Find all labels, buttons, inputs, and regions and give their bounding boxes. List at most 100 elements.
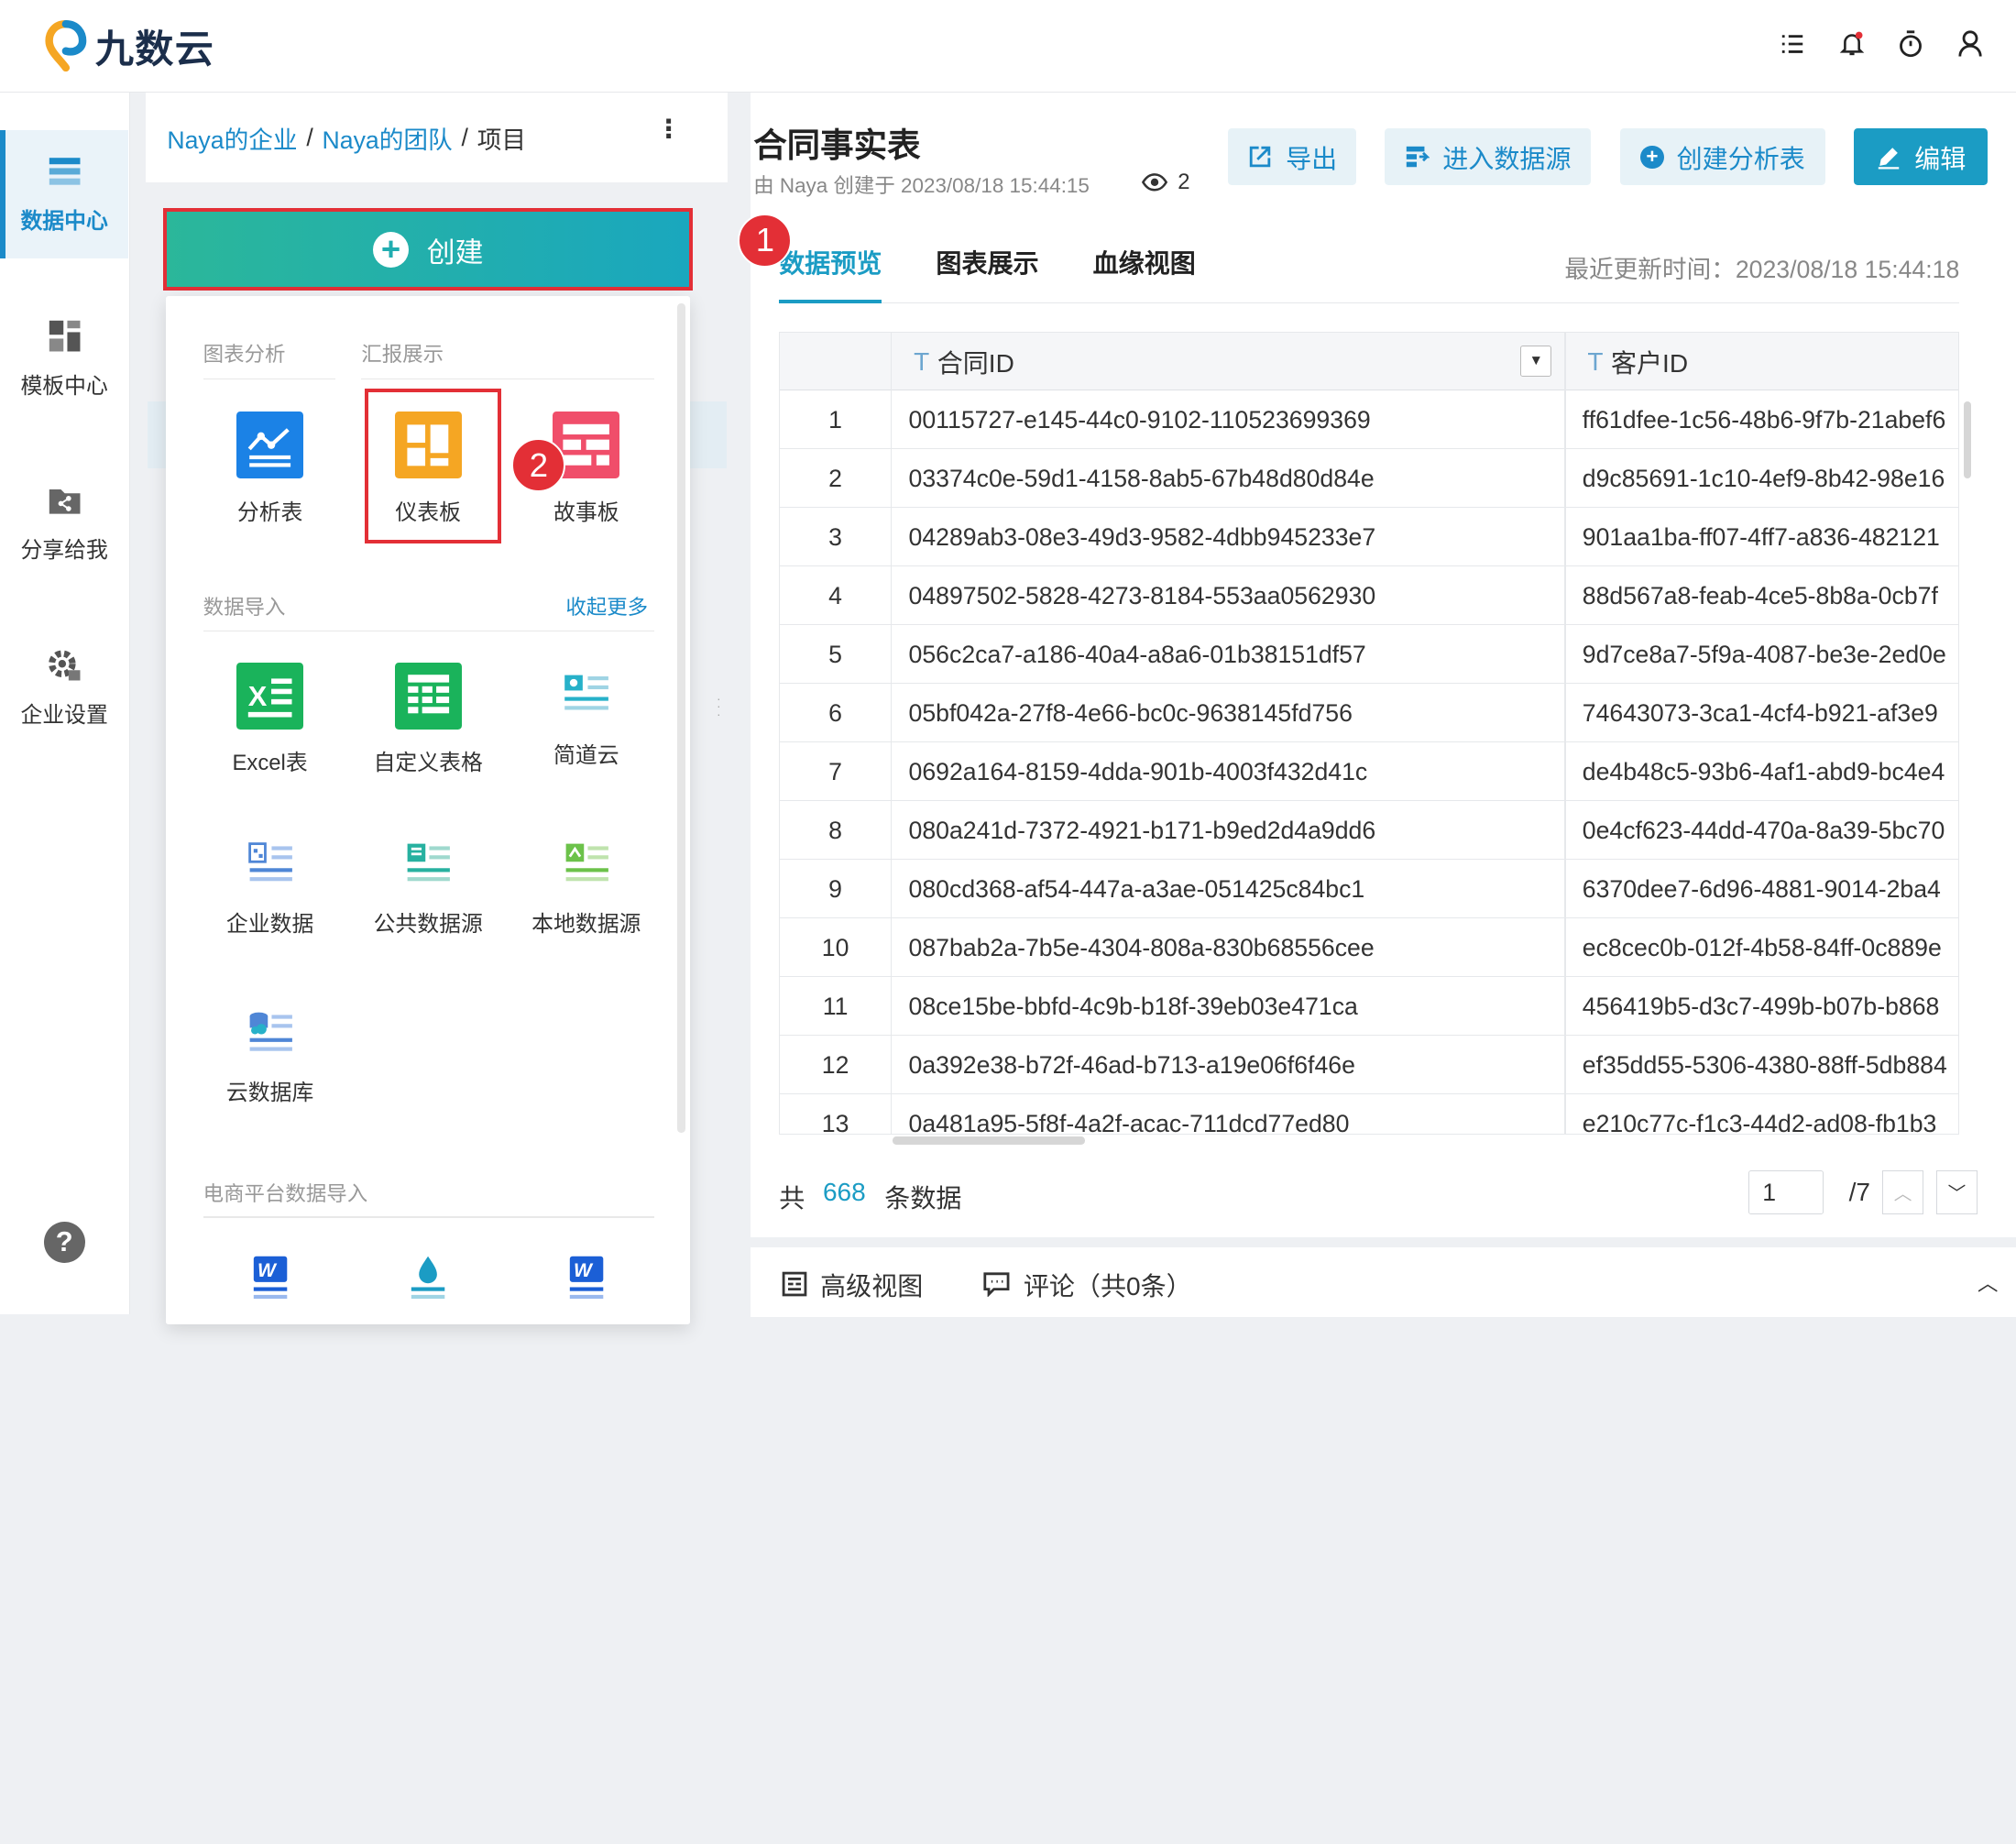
column-header-contract-id[interactable]: T 合同ID [914, 333, 1014, 390]
menu-item-ecommerce-platform[interactable]: W [199, 1254, 340, 1305]
table-row[interactable]: 9 080cd368-af54-447a-a3ae-051425c84bc1 637… [780, 860, 1959, 918]
page-number-input[interactable]: 1 [1748, 1169, 1824, 1214]
tab-chart-display[interactable]: 图表展示 [936, 245, 1038, 304]
drop-platform-icon [402, 1254, 454, 1305]
table-row[interactable]: 3 04289ab3-08e3-49d3-9582-4dbb945233e7 901… [780, 508, 1959, 567]
column-divider [1564, 332, 1566, 1134]
table-row[interactable]: 5 056c2ca7-a186-40a4-a8a6-01b38151df57 9d7… [780, 625, 1959, 685]
comments-label: 评论（共0条） [1023, 1271, 1192, 1301]
export-icon [1249, 146, 1271, 168]
cell-customer-id: 74643073-3ca1-4cf4-b921-af3e9 [1582, 698, 1938, 727]
collapse-chevron-icon[interactable]: ︿ [1978, 1268, 1998, 1297]
chevron-down-icon: ﹀ [1947, 1184, 1967, 1205]
nav-item-data-center[interactable]: 数据中心 [0, 129, 129, 258]
row-number: 7 [828, 757, 842, 785]
nav-item-template-center[interactable]: 模板中心 [0, 294, 128, 423]
jiandaoyun-icon [561, 670, 612, 721]
logo-icon [44, 20, 88, 72]
task-list-icon[interactable] [1780, 28, 1805, 60]
divider [203, 1216, 655, 1218]
table-row[interactable]: 8 080a241d-7372-4921-b171-b9ed2d4a9dd6 0e4… [780, 801, 1959, 860]
row-number: 13 [821, 1109, 849, 1135]
app-logo[interactable]: 九数云 [44, 18, 215, 74]
column-header-label: 合同ID [937, 349, 1014, 379]
menu-item-public-datasource[interactable]: 公共数据源 [357, 839, 499, 938]
menu-item-enterprise-data[interactable]: 企业数据 [199, 839, 340, 938]
data-center-icon [49, 157, 80, 185]
tile-label: Excel表 [232, 751, 308, 776]
table-row[interactable]: 11 08ce15be-bbfd-4c9b-b18f-39eb03e471ca 45… [780, 977, 1959, 1036]
edit-button[interactable]: 编辑 [1854, 128, 1989, 186]
column-divider [890, 332, 893, 1134]
share-icon [49, 488, 80, 514]
nav-item-shared-with-me[interactable]: 分享给我 [0, 459, 128, 587]
timer-icon[interactable] [1898, 28, 1923, 60]
menu-item-excel[interactable]: X Excel表 [199, 662, 340, 777]
menu-item-local-datasource[interactable]: 本地数据源 [516, 839, 657, 938]
row-count: 668 [822, 1178, 866, 1207]
column-menu-dropdown[interactable]: ▼ [1520, 346, 1552, 377]
breadcrumb: Naya的企业 / Naya的团队 / 项目 ⋮ [145, 93, 729, 183]
table-row[interactable]: 1 00115727-e145-44c0-9102-110523699369 ff6… [780, 390, 1959, 450]
bell-icon[interactable] [1839, 28, 1865, 60]
table-row[interactable]: 7 0692a164-8159-4dda-901b-4003f432d41c de4… [780, 742, 1959, 801]
comments-button[interactable]: 评论（共0条） [982, 1266, 1192, 1303]
vertical-scrollbar[interactable] [1963, 401, 1971, 478]
breadcrumb-enterprise[interactable]: Naya的企业 [167, 120, 297, 156]
cell-customer-id: e210c77c-f1c3-44d2-ad08-fb1b3 [1582, 1109, 1937, 1135]
row-number: 4 [828, 581, 842, 609]
table-row[interactable]: 13 0a481a95-5f8f-4a2f-acac-711dcd77ed80 e2… [780, 1094, 1958, 1135]
section-title-ecommerce-import: 电商平台数据导入 [203, 1182, 368, 1206]
row-number: 3 [828, 522, 842, 551]
cell-customer-id: 456419b5-d3c7-499b-b07b-b868 [1582, 992, 1940, 1020]
menu-scrollbar[interactable] [677, 303, 685, 1134]
menu-item-jiandaoyun[interactable]: 简道云 [516, 670, 657, 769]
tile-label: 公共数据源 [373, 911, 483, 937]
export-button[interactable]: 导出 [1227, 128, 1357, 186]
enter-datasource-button[interactable]: 进入数据源 [1385, 128, 1591, 186]
logo-text: 九数云 [94, 27, 215, 71]
menu-item-ecommerce-platform[interactable]: W [516, 1254, 657, 1305]
table-row[interactable]: 6 05bf042a-27f8-4e66-bc0c-9638145fd756 746… [780, 684, 1959, 742]
table-row[interactable]: 4 04897502-5828-4273-8184-553aa0562930 88d… [780, 566, 1959, 626]
step-badge-1: 1 [738, 213, 793, 268]
nav-item-enterprise-settings[interactable]: 企业设置 [0, 623, 128, 752]
ecommerce-platform-icon: W [245, 1254, 296, 1305]
breadcrumb-team[interactable]: Naya的团队 [323, 120, 453, 156]
nav-label: 企业设置 [20, 702, 108, 728]
create-menu: 图表分析 汇报展示 分析表 仪表板 故事板 数据导入 收起更多 X Excel表… [165, 295, 691, 1325]
tab-data-preview[interactable]: 数据预览 [779, 245, 882, 304]
column-header-customer-id[interactable]: T 客户ID [1587, 333, 1688, 390]
menu-item-analysis-table[interactable]: 分析表 [199, 411, 340, 526]
advanced-view-button[interactable]: 高级视图 [782, 1266, 923, 1303]
svg-text:X: X [248, 680, 268, 712]
table-row[interactable]: 12 0a392e38-b72f-46ad-b713-a19e06f6f46e ef… [780, 1036, 1959, 1094]
resize-handle[interactable]: · · · [715, 692, 722, 720]
more-options-icon[interactable]: ⋮ [656, 115, 682, 141]
table-row[interactable]: 10 087bab2a-7b5e-4304-808a-830b68556cee ec… [780, 918, 1959, 977]
table-footer: 共 668 条数据 1 /7 ︿ ﹀ [779, 1162, 1978, 1214]
top-bar: 九数云 [0, 0, 2016, 93]
user-icon[interactable] [1957, 28, 1983, 60]
create-analysis-button[interactable]: + 创建分析表 [1619, 128, 1826, 186]
section-title-report: 汇报展示 [361, 343, 444, 366]
menu-item-custom-table[interactable]: 自定义表格 [357, 662, 499, 777]
prev-page-button[interactable]: ︿ [1882, 1169, 1923, 1214]
excel-icon: X [236, 662, 304, 730]
create-button[interactable]: + 创建 [163, 208, 694, 291]
table-row[interactable]: 2 03374c0e-59d1-4158-8ab5-67b48d80d84e d9c… [780, 449, 1959, 509]
menu-item-cloud-database[interactable]: 云数据库 [199, 1007, 340, 1106]
created-info: 由 Naya 创建于 2023/08/18 15:44:15 [753, 174, 1090, 198]
tab-lineage-view[interactable]: 血缘视图 [1093, 245, 1196, 304]
help-icon[interactable]: ? [43, 1221, 85, 1263]
table-header: T 合同ID ▼ T 客户ID [780, 332, 1959, 391]
menu-item-ecommerce-platform[interactable] [357, 1254, 499, 1305]
horizontal-scrollbar[interactable] [892, 1136, 1086, 1145]
next-page-button[interactable]: ﹀ [1936, 1169, 1978, 1214]
row-number: 12 [821, 1050, 849, 1079]
eye-icon [1141, 173, 1167, 192]
section-title-data-import: 数据导入 [203, 596, 286, 620]
row-number: 10 [821, 933, 849, 961]
collapse-more-link[interactable]: 收起更多 [565, 591, 648, 620]
section-title-chart-analysis: 图表分析 [203, 343, 286, 366]
